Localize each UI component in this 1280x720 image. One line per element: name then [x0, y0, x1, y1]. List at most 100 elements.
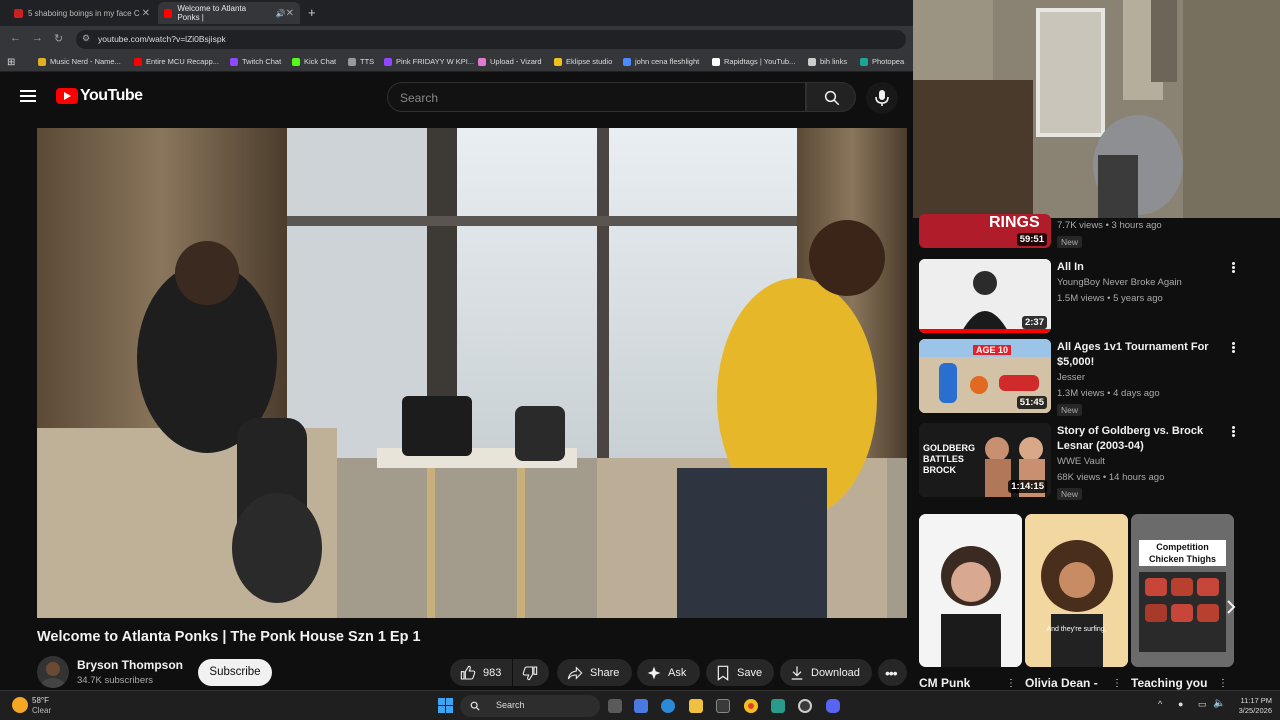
chevron-right-icon[interactable]: [1222, 598, 1240, 616]
short-title[interactable]: Olivia Dean -: [1025, 676, 1098, 690]
weather-temperature[interactable]: 58°F: [32, 696, 49, 705]
youtube-header: YouTube Search: [0, 72, 913, 122]
tab-shaboing[interactable]: 5 shaboing boings in my face C ✕: [8, 2, 156, 24]
bookmark-item[interactable]: Photopea: [860, 57, 904, 66]
bookmark-item[interactable]: Entire MCU Recapp...: [134, 57, 219, 66]
hamburger-menu-icon[interactable]: [20, 90, 36, 102]
bookmark-item[interactable]: john cena fleshlight: [623, 57, 699, 66]
dislike-button[interactable]: [513, 659, 549, 686]
edge-icon[interactable]: [661, 699, 675, 713]
more-vertical-icon[interactable]: [1227, 425, 1239, 439]
recommended-video[interactable]: 2:37 All In YoungBoy Never Broke Again 1…: [919, 259, 1274, 339]
video-thumbnail: GOLDBERG BATTLES BROCK 1:14:15: [919, 423, 1051, 497]
forward-icon[interactable]: →: [32, 32, 43, 44]
short-card[interactable]: And they're surfing,: [1025, 514, 1128, 667]
search-input[interactable]: Search: [387, 82, 806, 112]
subscribe-button[interactable]: Subscribe: [198, 659, 272, 686]
channel-name[interactable]: Jesser: [1057, 372, 1085, 383]
back-icon[interactable]: ←: [10, 32, 21, 44]
bookmark-icon: [717, 665, 729, 681]
chevron-up-icon[interactable]: ^: [1158, 699, 1162, 709]
video-meta: 1.3M views • 4 days ago: [1057, 388, 1160, 399]
subscriber-count: 34.7K subscribers: [77, 675, 154, 686]
ask-button[interactable]: Ask: [637, 659, 700, 686]
address-bar[interactable]: ⚙ youtube.com/watch?v=lZi0Bsjispk: [76, 30, 906, 49]
bookmark-item[interactable]: Music Nerd - Name...: [38, 57, 121, 66]
short-thumbnail: [1131, 514, 1234, 667]
video-thumbnail: AGE 10 51:45: [919, 339, 1051, 413]
tab-strip: 5 shaboing boings in my face C ✕ Welcome…: [0, 0, 913, 26]
obs-icon[interactable]: [798, 699, 812, 713]
more-vertical-icon[interactable]: [1227, 341, 1239, 355]
short-card[interactable]: Competition Chicken Thighs: [1131, 514, 1234, 667]
bookmarks-bar: ⊞ Music Nerd - Name... Entire MCU Recapp…: [0, 52, 913, 72]
channel-name[interactable]: Bryson Thompson: [77, 658, 183, 672]
video-duration: 2:37: [1021, 316, 1047, 329]
more-actions-button[interactable]: •••: [878, 659, 907, 686]
recommended-video[interactable]: GOLDBERG BATTLES BROCK 1:14:15 Story of …: [919, 423, 1274, 503]
video-player[interactable]: [37, 128, 907, 618]
short-thumbnail: [1025, 514, 1128, 667]
windows-start-icon[interactable]: [438, 698, 453, 713]
close-icon[interactable]: ✕: [142, 8, 150, 19]
recommended-video[interactable]: AGE 10 51:45 All Ages 1v1 Tournament For…: [919, 339, 1274, 419]
search-button[interactable]: [806, 82, 856, 112]
volume-icon[interactable]: 🔈: [1213, 698, 1225, 709]
bookmark-item[interactable]: Rapidtags | YouTub...: [712, 57, 795, 66]
save-button[interactable]: Save: [706, 659, 774, 686]
close-icon[interactable]: ✕: [286, 8, 294, 19]
tray-icon[interactable]: ●: [1178, 699, 1183, 709]
speaker-icon[interactable]: 🔊: [276, 9, 286, 18]
channel-avatar[interactable]: [37, 656, 69, 688]
video-thumbnail: RINGS 59:51: [919, 214, 1051, 248]
bookmark-item[interactable]: Pink FRIDAYY W KPI...: [384, 57, 474, 66]
video-meta: 68K views • 14 hours ago: [1057, 472, 1165, 483]
youtube-logo[interactable]: YouTube: [56, 87, 143, 105]
more-vertical-icon[interactable]: ⋮: [1006, 678, 1016, 689]
taskbar-search-label: Search: [496, 700, 525, 710]
download-button[interactable]: Download: [780, 659, 872, 686]
bookmark-item[interactable]: TTS: [348, 57, 374, 66]
task-view-icon[interactable]: [608, 699, 622, 713]
bookmark-item[interactable]: bih links: [808, 57, 847, 66]
apps-grid-icon[interactable]: ⊞: [7, 57, 15, 68]
recommended-video[interactable]: RINGS 59:51 7.7K views • 3 hours ago New: [919, 214, 1274, 254]
channel-name[interactable]: WWE Vault: [1057, 456, 1105, 467]
discord-icon[interactable]: [826, 699, 840, 713]
like-button[interactable]: 983: [450, 659, 512, 686]
short-title[interactable]: Teaching you: [1131, 676, 1207, 690]
video-title: All In: [1057, 261, 1084, 273]
copilot-icon[interactable]: [634, 699, 648, 713]
channel-name[interactable]: YoungBoy Never Broke Again: [1057, 277, 1182, 288]
bookmark-item[interactable]: Upload - Vizard: [478, 57, 542, 66]
video-duration: 59:51: [1016, 233, 1047, 246]
chrome-icon[interactable]: [744, 699, 758, 713]
tab-youtube[interactable]: Welcome to Atlanta Ponks | 🔊 ✕: [158, 2, 300, 24]
voice-search-button[interactable]: [866, 82, 898, 114]
more-vertical-icon[interactable]: [1227, 261, 1239, 275]
tab-title: 5 shaboing boings in my face C: [28, 8, 140, 18]
network-icon[interactable]: ▭: [1198, 699, 1207, 710]
short-card[interactable]: [919, 514, 1022, 667]
more-vertical-icon[interactable]: ⋮: [1218, 678, 1228, 689]
short-title[interactable]: CM Punk: [919, 676, 970, 690]
app-icon[interactable]: [771, 699, 785, 713]
reload-icon[interactable]: ↻: [54, 32, 63, 45]
sparkle-icon: [647, 666, 661, 679]
bookmark-item[interactable]: Twitch Chat: [230, 57, 281, 66]
download-label: Download: [811, 666, 860, 679]
youtube-play-icon: [56, 88, 78, 104]
taskbar-search[interactable]: Search: [460, 695, 600, 717]
file-explorer-icon[interactable]: [689, 699, 703, 713]
more-vertical-icon[interactable]: ⋮: [1112, 678, 1122, 689]
webcam-overlay: [913, 0, 1280, 218]
browser-window: 5 shaboing boings in my face C ✕ Welcome…: [0, 0, 913, 720]
bookmark-item[interactable]: Kick Chat: [292, 57, 336, 66]
store-icon[interactable]: [716, 699, 730, 713]
site-info-icon[interactable]: ⚙: [82, 33, 90, 44]
new-tab-button[interactable]: +: [308, 5, 316, 20]
clock-time[interactable]: 11:17 PM: [1226, 696, 1272, 705]
bookmark-item[interactable]: Eklipse studio: [554, 57, 612, 66]
video-meta: 7.7K views • 3 hours ago: [1057, 220, 1162, 231]
share-button[interactable]: Share: [557, 659, 632, 686]
